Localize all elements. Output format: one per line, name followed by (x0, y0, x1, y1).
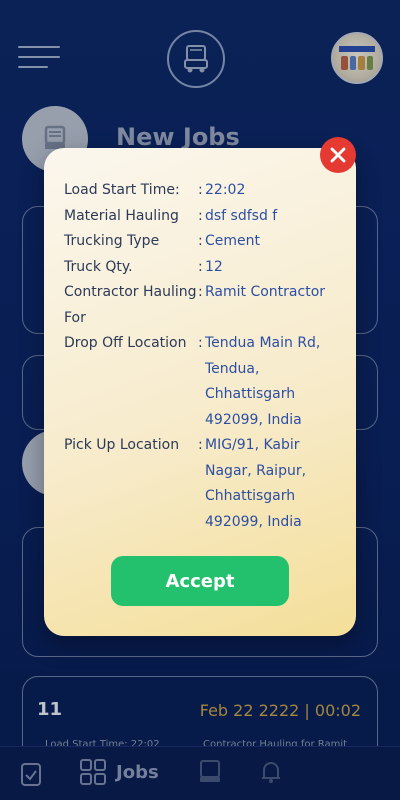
detail-row-truck-qty: Truck Qty. : 12 (64, 258, 223, 275)
detail-row-contractor: Contractor Hauling For : Ramit Contracto… (64, 284, 326, 326)
detail-row-drop-off: Drop Off Location : Tendua Main Rd, Tend… (64, 335, 321, 428)
close-button[interactable] (320, 137, 356, 173)
detail-row-load-start: Load Start Time: : 22:02 (64, 182, 246, 198)
close-icon (330, 147, 346, 163)
accept-button[interactable]: Accept (111, 556, 289, 606)
detail-row-pick-up: Pick Up Location : MIG/91, Kabir Nagar, … (64, 437, 307, 530)
job-details-modal: Load Start Time: : 22:02 Material Haulin… (44, 148, 356, 636)
job-details: Load Start Time: : 22:02 Material Haulin… (64, 178, 344, 535)
detail-row-trucking-type: Trucking Type : Cement (64, 233, 261, 249)
detail-row-material: Material Hauling : dsf sdfsd f (64, 207, 278, 224)
